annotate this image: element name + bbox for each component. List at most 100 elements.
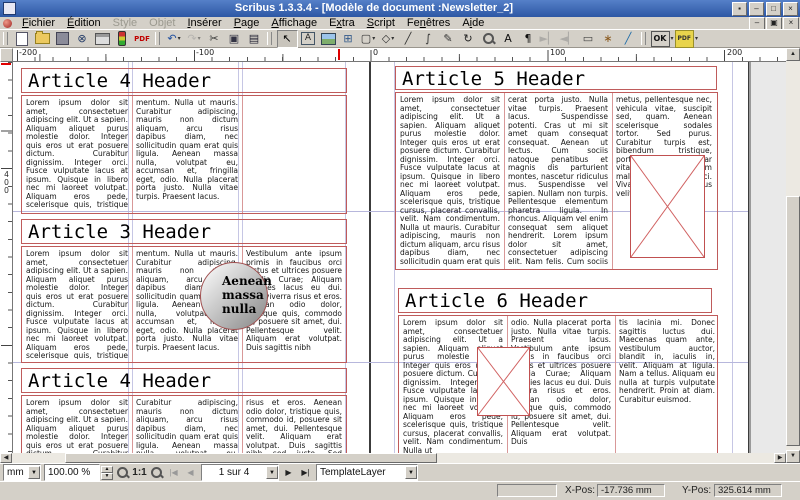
insert-freehand-button[interactable]: ✎ bbox=[439, 31, 458, 47]
menu-affichage[interactable]: Affichage bbox=[265, 17, 323, 29]
dropdown-caret-icon[interactable]: ▾ bbox=[671, 35, 674, 42]
scrollbar-thumb[interactable] bbox=[786, 196, 800, 446]
menu-edition[interactable]: Édition bbox=[61, 17, 107, 29]
scroll-down-icon[interactable]: ▼ bbox=[786, 450, 800, 463]
layer-select[interactable]: TemplateLayer ▼ bbox=[316, 464, 418, 481]
link-text-frames-button[interactable]: ►▏ bbox=[539, 31, 558, 47]
dropdown-caret-icon[interactable]: ▾ bbox=[391, 35, 394, 42]
chevron-down-icon[interactable]: ▼ bbox=[266, 466, 278, 479]
text-frame-article5-header[interactable]: Article 5 Header bbox=[395, 66, 717, 90]
toolbar-handle[interactable] bbox=[267, 32, 272, 45]
document-icon[interactable] bbox=[3, 19, 12, 28]
insert-text-frame-button[interactable]: A bbox=[299, 31, 318, 47]
next-page-button[interactable]: ▶ bbox=[281, 465, 296, 480]
last-page-button[interactable]: ▶| bbox=[298, 465, 313, 480]
horizontal-scrollbar[interactable]: ◀ ▶ bbox=[0, 453, 786, 463]
chevron-down-icon[interactable]: ▼ bbox=[28, 466, 40, 479]
scroll-left-icon[interactable]: ◀ bbox=[0, 453, 12, 463]
toolbar-handle[interactable] bbox=[641, 32, 646, 45]
menu-fenetres[interactable]: Fenêtres bbox=[401, 17, 456, 29]
close-button[interactable]: × bbox=[783, 2, 798, 16]
unit-select[interactable]: mm ▼ bbox=[3, 464, 41, 481]
menu-aide[interactable]: Aide bbox=[456, 17, 490, 29]
unlink-text-frames-button[interactable]: ◄▏ bbox=[559, 31, 578, 47]
text-frame-article3-body[interactable]: Lorem ipsum dolor sit amet, consectetuer… bbox=[21, 246, 347, 363]
print-button[interactable] bbox=[93, 31, 112, 47]
zoom-spinner[interactable]: ▲▼ bbox=[101, 466, 113, 480]
new-document-button[interactable] bbox=[13, 31, 32, 47]
vertical-scrollbar[interactable]: ▲ ▼ bbox=[786, 48, 800, 463]
text-frame-article4-bottom-header[interactable]: Article 4 Header bbox=[21, 368, 347, 393]
preflight-verifier-button[interactable] bbox=[113, 31, 132, 47]
insert-line-button[interactable]: ╱ bbox=[399, 31, 418, 47]
dropdown-caret-icon[interactable]: ▾ bbox=[695, 35, 698, 42]
vertical-ruler[interactable]: 400 bbox=[0, 62, 13, 453]
mdi-minimize-button[interactable]: – bbox=[749, 17, 765, 30]
edit-contents-button[interactable]: A bbox=[499, 31, 518, 47]
dropdown-caret-icon[interactable]: ▾ bbox=[178, 35, 181, 42]
measurements-button[interactable]: ▭ bbox=[579, 31, 598, 47]
eye-dropper-button[interactable]: ╱ bbox=[619, 31, 638, 47]
zoom-level-field[interactable]: 100.00 % bbox=[44, 464, 100, 481]
paste-button[interactable]: ▤ bbox=[245, 31, 264, 47]
dropdown-caret-icon[interactable]: ▾ bbox=[198, 35, 201, 42]
insert-polygon-button[interactable]: ◇▾ bbox=[379, 31, 398, 47]
zoom-reset-button[interactable]: 1:1 bbox=[132, 465, 147, 480]
insert-image-frame-button[interactable] bbox=[319, 31, 338, 47]
toolbar-handle[interactable] bbox=[3, 32, 8, 45]
toolbar-handle[interactable] bbox=[155, 32, 160, 45]
window-menu-button[interactable]: ▪ bbox=[732, 2, 747, 16]
mdi-close-button[interactable]: × bbox=[783, 17, 799, 30]
gradient-circle-shape[interactable]: Aenean massa nulla bbox=[200, 262, 268, 330]
first-page-button[interactable]: |◀ bbox=[166, 465, 181, 480]
open-document-button[interactable] bbox=[33, 31, 52, 47]
ruler-origin-corner[interactable] bbox=[0, 48, 13, 62]
column-separator bbox=[132, 396, 133, 453]
copy-properties-button[interactable]: ∗ bbox=[599, 31, 618, 47]
scrollbar-thumb[interactable] bbox=[65, 453, 437, 463]
chevron-down-icon[interactable]: ▼ bbox=[405, 466, 417, 479]
text-frame-article3-header[interactable]: Article 3 Header bbox=[21, 219, 347, 244]
menu-inserer[interactable]: Insérer bbox=[181, 17, 227, 29]
scroll-right-icon[interactable]: ▶ bbox=[774, 453, 786, 463]
text-frame-article6-header[interactable]: Article 6 Header bbox=[398, 288, 712, 313]
insert-shape-button[interactable]: ▢▾ bbox=[359, 31, 378, 47]
dropdown-caret-icon[interactable]: ▾ bbox=[372, 35, 375, 42]
copy-button[interactable]: ▣ bbox=[225, 31, 244, 47]
text-frame-article4-bottom-body[interactable]: Lorem ipsum dolor sit amet, consectetuer… bbox=[21, 395, 347, 453]
ok-tool-button[interactable]: OK▾ bbox=[651, 31, 674, 47]
previous-page-button[interactable]: ◀ bbox=[183, 465, 198, 480]
menu-extra[interactable]: Extra bbox=[323, 17, 361, 29]
story-editor-button[interactable]: ¶ bbox=[519, 31, 538, 47]
close-document-button[interactable]: ⊗ bbox=[73, 31, 92, 47]
image-frame-empty[interactable] bbox=[477, 347, 530, 416]
menu-fichier[interactable]: Fichier bbox=[16, 17, 61, 29]
cut-button[interactable]: ✂ bbox=[205, 31, 224, 47]
insert-bezier-button[interactable]: ∫ bbox=[419, 31, 438, 47]
maximize-button[interactable]: □ bbox=[766, 2, 781, 16]
select-item-button[interactable]: ↖ bbox=[277, 30, 298, 48]
horizontal-ruler[interactable]: -200 -100 0 100 200 bbox=[13, 48, 786, 62]
article-column: Lorem ipsum dolor sit amet, consectetuer… bbox=[26, 99, 128, 210]
story-editor-icon: ¶ bbox=[525, 32, 532, 46]
menu-page[interactable]: Page bbox=[228, 17, 266, 29]
page-select[interactable]: 1 sur 4 ▼ bbox=[201, 464, 279, 481]
insert-table-button[interactable]: ⊞ bbox=[339, 31, 358, 47]
rotate-item-button[interactable]: ↻ bbox=[459, 31, 478, 47]
undo-button[interactable]: ↶▾ bbox=[165, 31, 184, 47]
export-pdf-button[interactable]: PDF bbox=[133, 31, 152, 47]
save-document-button[interactable] bbox=[53, 31, 72, 47]
minimize-button[interactable]: – bbox=[749, 2, 764, 16]
image-frame-empty[interactable] bbox=[630, 155, 705, 258]
text-frame-article4-top-header[interactable]: Article 4 Header bbox=[21, 68, 347, 93]
scroll-up-icon[interactable]: ▲ bbox=[786, 48, 800, 61]
text-frame-article4-top-body[interactable]: Lorem ipsum dolor sit amet, consectetuer… bbox=[21, 95, 347, 214]
menu-script[interactable]: Script bbox=[361, 17, 401, 29]
text-frame-article6-body[interactable]: Lorem ipsum dolor sit amet, consectetuer… bbox=[398, 315, 718, 453]
redo-button[interactable]: ↷▾ bbox=[185, 31, 204, 47]
zoom-out-button[interactable] bbox=[115, 465, 130, 480]
zoom-tool-button[interactable] bbox=[479, 31, 498, 47]
zoom-in-button[interactable] bbox=[149, 465, 164, 480]
mdi-restore-button[interactable]: ▣ bbox=[766, 17, 782, 30]
pdf-tool-button[interactable]: PDF▾ bbox=[675, 31, 699, 47]
